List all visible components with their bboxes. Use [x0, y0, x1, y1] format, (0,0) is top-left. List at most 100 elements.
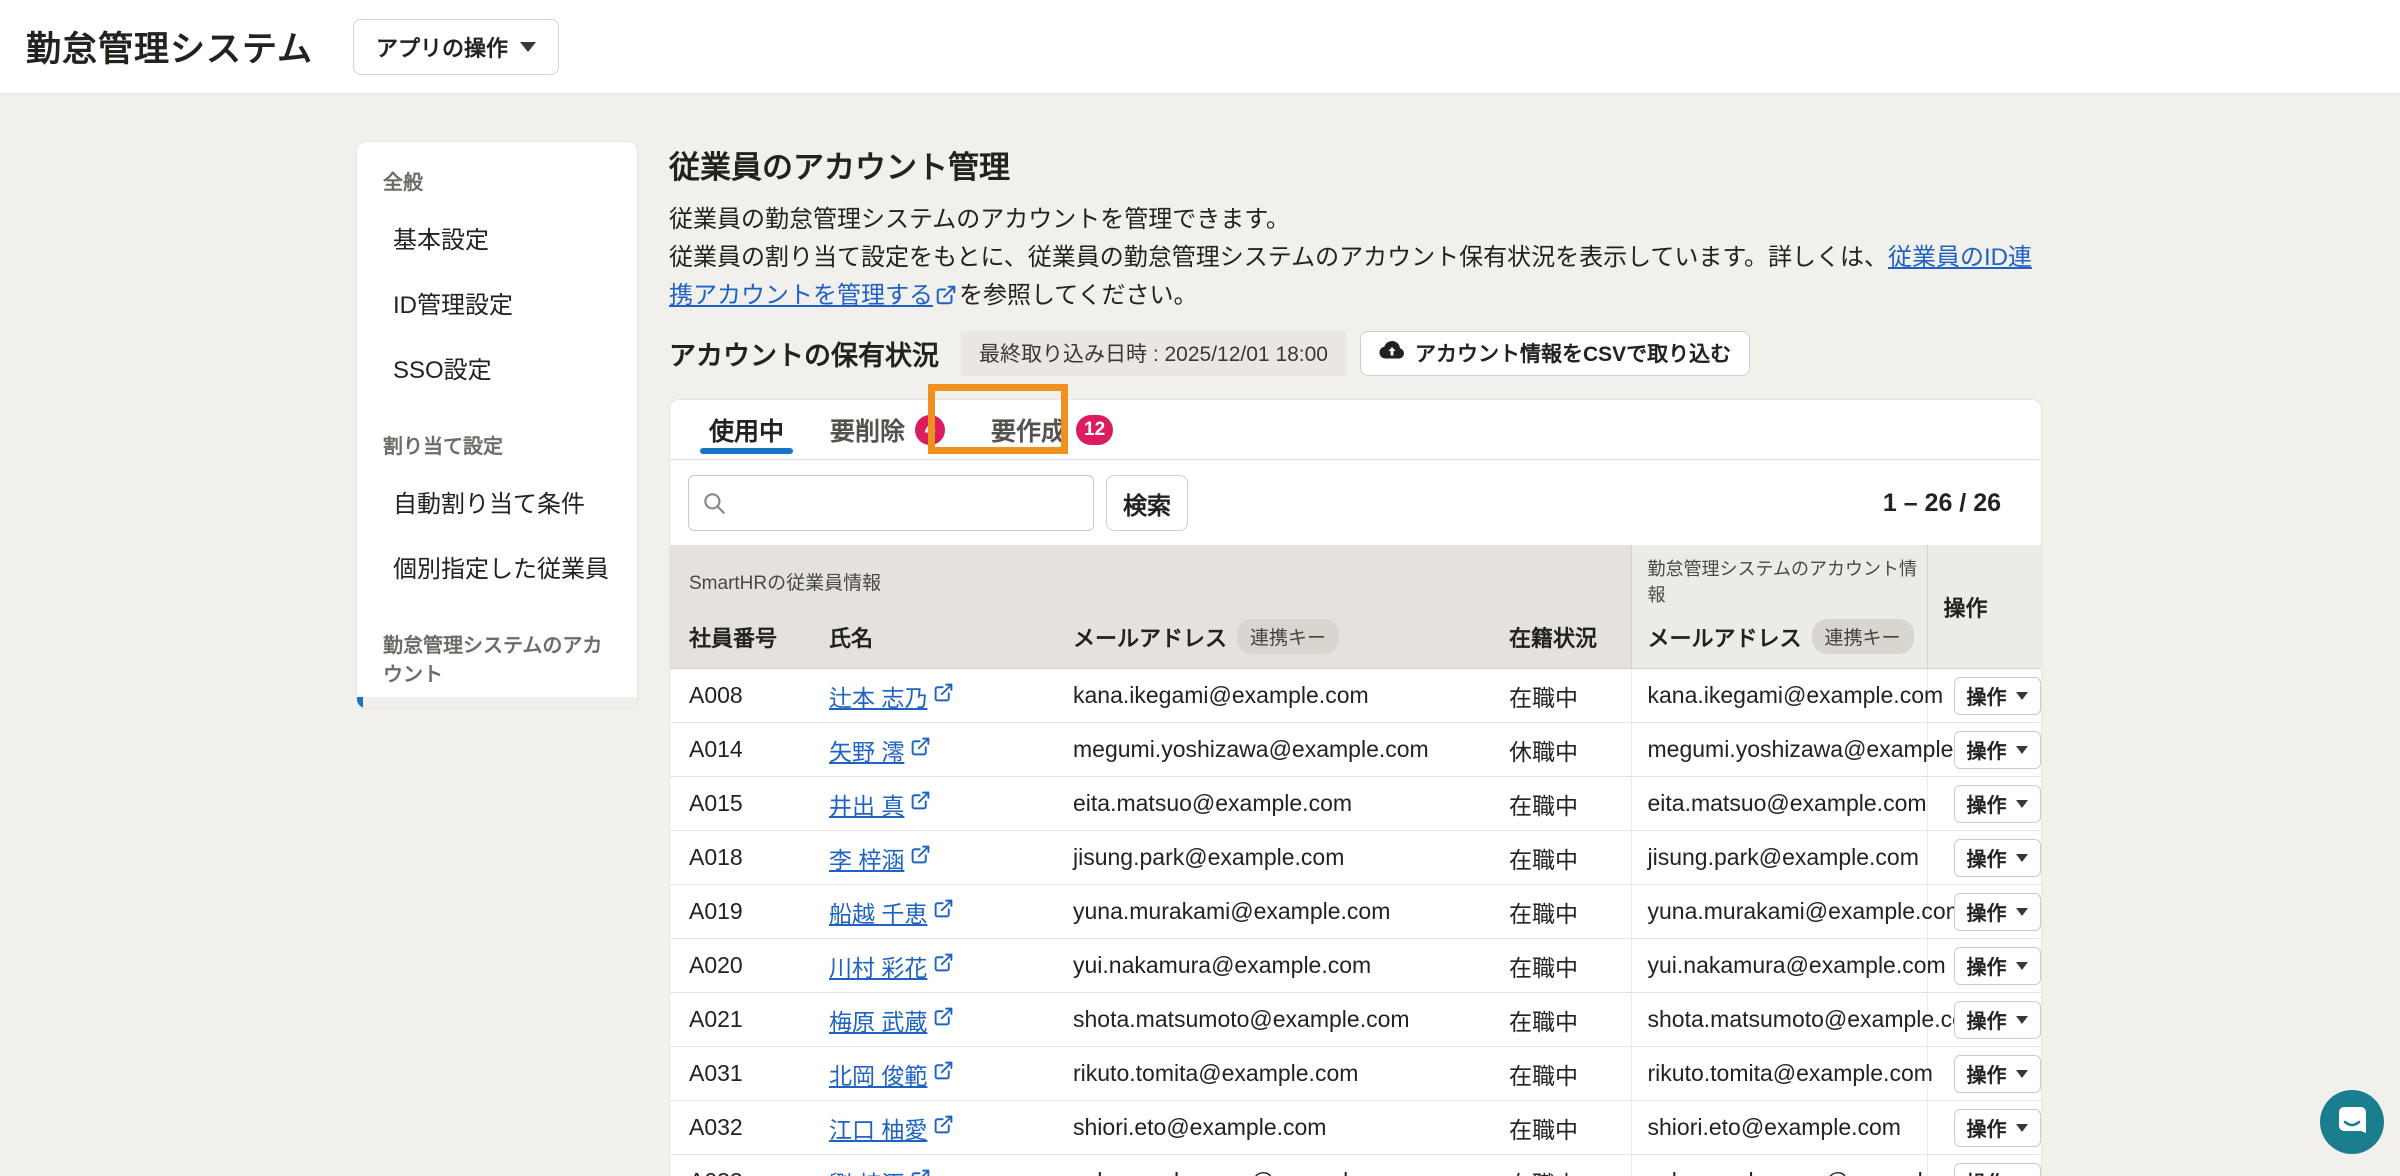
external-link-icon — [910, 1168, 931, 1176]
row-action-button[interactable]: 操作 — [1953, 892, 2041, 931]
settings-sidebar: 全般 基本設定 ID管理設定 SSO設定 割り当て設定 自動割り当て条件 個別指… — [356, 141, 638, 709]
tabs-bar: 使用中 要削除 4 要作成 12 — [670, 400, 2041, 460]
cell-actions: 操作 — [1926, 938, 2041, 993]
accounts-table: SmartHRの従業員情報 勤怠管理システムのアカウント情報 操作 社員番号 氏… — [670, 545, 2041, 1176]
cell-account-email: yui.nakamura@example.com — [1630, 938, 1946, 993]
cell-actions: 操作 — [1926, 722, 2041, 777]
table-row: A015 井出 真 eita.matsuo@example.com 在職中 ei… — [670, 776, 2041, 831]
app-actions-button[interactable]: アプリの操作 — [352, 18, 559, 75]
employee-name-link[interactable]: 江口 柚愛 — [829, 1111, 954, 1145]
cell-name: 梅原 武蔵 — [829, 992, 1073, 1047]
chevron-down-icon — [2015, 961, 2028, 970]
table-body: A008 辻本 志乃 kana.ikegami@example.com 在職中 … — [670, 668, 2041, 1176]
employee-name-link[interactable]: 辻本 志乃 — [829, 679, 954, 713]
column-header-emp-no: 社員番号 — [670, 609, 829, 669]
tab-in-use[interactable]: 使用中 — [699, 400, 794, 459]
search-input[interactable] — [688, 475, 1094, 531]
employee-name-link[interactable]: 劉 梓涵 — [829, 1165, 931, 1176]
chevron-down-icon — [519, 41, 536, 52]
table-row: A018 李 梓涵 jisung.park@example.com 在職中 ji… — [670, 830, 2041, 885]
holding-status-row: アカウントの保有状況 最終取り込み日時 : 2025/12/01 18:00 ア… — [669, 330, 2042, 376]
cell-email: kana.ikegami@example.com — [1073, 668, 1501, 723]
tab-to-create[interactable]: 要作成 12 — [991, 400, 1114, 459]
table-row: A031 北岡 俊範 rikuto.tomita@example.com 在職中… — [670, 1046, 2041, 1101]
row-action-button[interactable]: 操作 — [1953, 838, 2041, 877]
external-link-icon — [935, 280, 957, 318]
cell-status: 在職中 — [1501, 938, 1631, 993]
employee-name-link[interactable]: 船越 千恵 — [829, 895, 954, 929]
sidebar-item-employee-accounts[interactable]: 従業員のアカウント管理 — [357, 697, 637, 708]
column-header-status: 在籍状況 — [1501, 609, 1631, 669]
cell-email: shota.matsumoto@example.com — [1073, 992, 1501, 1047]
sidebar-section-accounts: 勤怠管理システムのアカウント — [383, 635, 603, 686]
cell-account-email: yuna.murakami@example.com — [1630, 884, 1965, 939]
sidebar-item-basic-settings[interactable]: 基本設定 — [357, 205, 637, 270]
employee-name-link[interactable]: 矢野 澪 — [829, 733, 931, 767]
cell-name: 江口 柚愛 — [829, 1100, 1073, 1155]
cell-actions: 操作 — [1926, 1046, 2041, 1101]
group-header-smarthr: SmartHRの従業員情報 — [670, 545, 1631, 609]
cell-account-email: jisung.park@example.com — [1630, 830, 1927, 885]
cell-name: 李 梓涵 — [829, 830, 1073, 885]
tab-to-delete[interactable]: 要削除 4 — [830, 400, 946, 459]
cell-emp-no: A015 — [670, 776, 829, 831]
employee-name-link[interactable]: 川村 彩花 — [829, 949, 954, 983]
cell-actions: 操作 — [1926, 992, 2041, 1047]
row-action-button[interactable]: 操作 — [1953, 676, 2041, 715]
cell-status: 在職中 — [1501, 884, 1631, 939]
external-link-icon — [933, 898, 954, 925]
row-action-button[interactable]: 操作 — [1953, 1108, 2041, 1147]
cell-name: 矢野 澪 — [829, 722, 1073, 777]
external-link-icon — [910, 790, 931, 817]
cell-status: 在職中 — [1501, 1046, 1631, 1101]
cell-status: 在職中 — [1501, 1154, 1631, 1176]
cell-email: yui.nakamura@example.com — [1073, 938, 1501, 993]
chat-bubble-icon — [2320, 1089, 2384, 1156]
cell-email: shiori.eto@example.com — [1073, 1100, 1501, 1155]
external-link-icon — [933, 682, 954, 709]
description-suffix: を参照してください。 — [959, 282, 1198, 309]
sidebar-item-auto-assign[interactable]: 自動割り当て条件 — [357, 469, 637, 534]
row-action-button[interactable]: 操作 — [1953, 1054, 2041, 1093]
cell-emp-no: A014 — [670, 722, 829, 777]
column-header-account-email: メールアドレス 連携キー — [1630, 609, 1927, 669]
cell-status: 在職中 — [1501, 1100, 1631, 1155]
external-link-icon — [933, 1006, 954, 1033]
cell-account-email: megumi.yoshizawa@example.com — [1630, 722, 2003, 777]
search-button[interactable]: 検索 — [1106, 475, 1188, 531]
employee-name-link[interactable]: 李 梓涵 — [829, 841, 931, 875]
csv-import-button[interactable]: アカウント情報をCSVで取り込む — [1360, 330, 1751, 376]
row-action-button[interactable]: 操作 — [1953, 784, 2041, 823]
row-action-button[interactable]: 操作 — [1953, 946, 2041, 985]
employee-name-link[interactable]: 井出 真 — [829, 787, 931, 821]
cell-emp-no: A032 — [670, 1100, 829, 1155]
sidebar-item-id-settings[interactable]: ID管理設定 — [357, 270, 637, 335]
sidebar-item-sso-settings[interactable]: SSO設定 — [357, 335, 637, 400]
cell-status: 休職中 — [1501, 722, 1631, 777]
external-link-icon — [910, 736, 931, 763]
employee-name-link[interactable]: 北岡 俊範 — [829, 1057, 954, 1091]
row-action-button[interactable]: 操作 — [1953, 1000, 2041, 1039]
cell-emp-no: A031 — [670, 1046, 829, 1101]
row-action-button[interactable]: 操作 — [1953, 1162, 2041, 1176]
search-icon — [701, 490, 727, 521]
chat-widget-button[interactable] — [2320, 1090, 2384, 1154]
external-link-icon — [910, 844, 931, 871]
chevron-down-icon — [2015, 853, 2028, 862]
employee-name-link[interactable]: 梅原 武蔵 — [829, 1003, 954, 1037]
external-link-icon — [933, 952, 954, 979]
cell-actions: 操作 — [1926, 668, 2041, 723]
chevron-down-icon — [2015, 1123, 2028, 1132]
cell-account-email: shiori.eto@example.com — [1630, 1100, 1927, 1155]
page-description: 従業員の勤怠管理システムのアカウントを管理できます。 従業員の割り当て設定をもと… — [669, 201, 2042, 318]
cell-email: megumi.yoshizawa@example.com — [1073, 722, 1501, 777]
chevron-down-icon — [2015, 1015, 2028, 1024]
cell-emp-no: A020 — [670, 938, 829, 993]
pagination-range: 1 – 26 / 26 — [1882, 488, 2001, 517]
cell-name: 船越 千恵 — [829, 884, 1073, 939]
sidebar-item-specified-employees[interactable]: 個別指定した従業員 — [357, 534, 637, 599]
cell-email: sakura.nakamura@example.com — [1073, 1154, 1501, 1176]
group-header-attendance-system: 勤怠管理システムのアカウント情報 — [1630, 545, 1927, 609]
cell-account-email: rikuto.tomita@example.com — [1630, 1046, 1933, 1101]
row-action-button[interactable]: 操作 — [1953, 730, 2041, 769]
